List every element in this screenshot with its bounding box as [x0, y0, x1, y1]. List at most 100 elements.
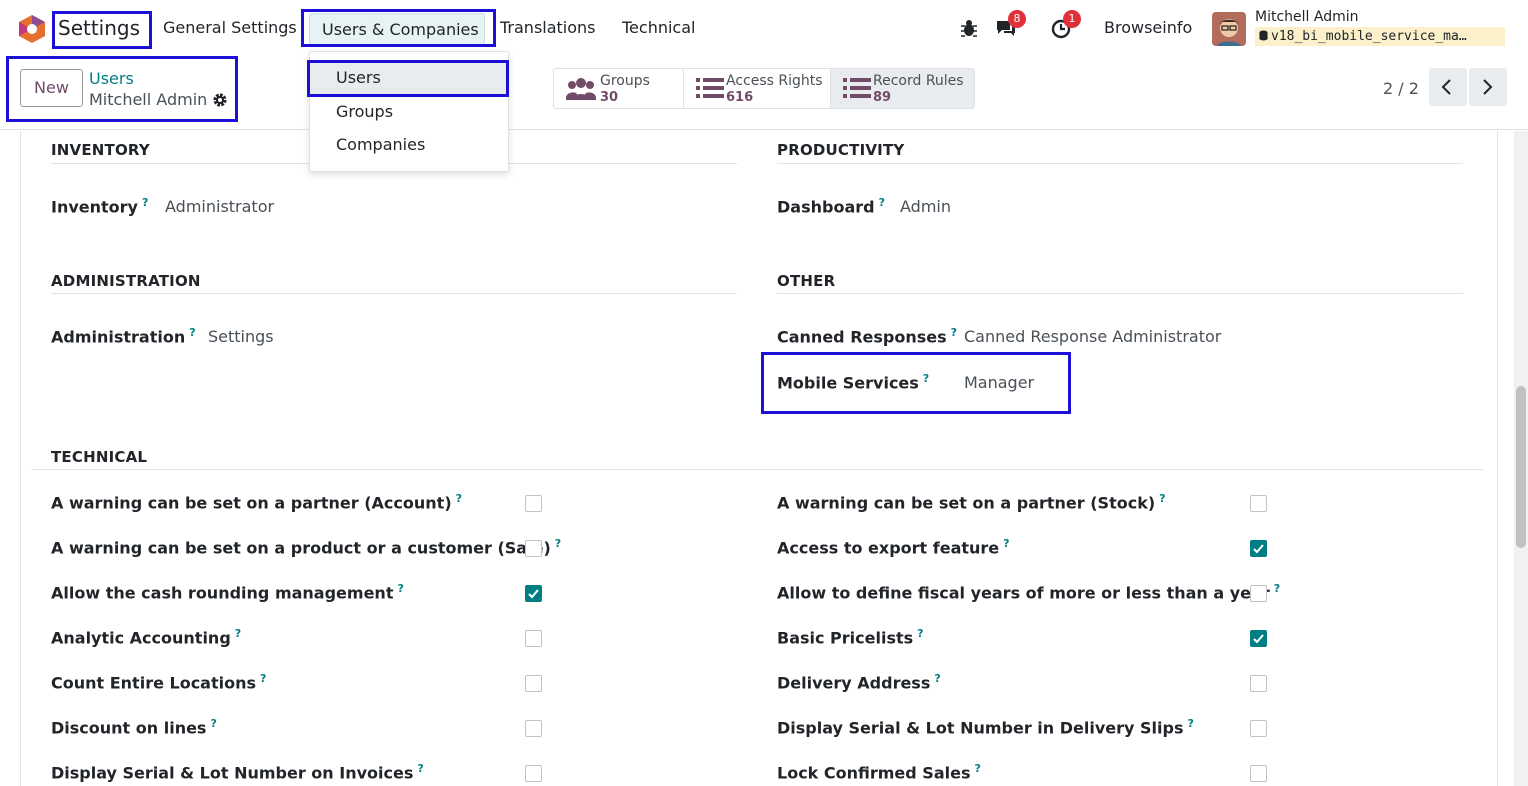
menu-users-companies[interactable]: Users & Companies: [309, 13, 485, 45]
help-icon[interactable]: ?: [555, 537, 561, 550]
help-icon[interactable]: ?: [879, 196, 885, 209]
technical-right-row-label: Basic Pricelists?: [777, 627, 924, 647]
pager-next-button[interactable]: [1469, 68, 1507, 106]
technical-right-row-checkbox[interactable]: [1250, 495, 1267, 512]
pager-previous-button[interactable]: [1429, 68, 1467, 106]
help-icon[interactable]: ?: [1274, 582, 1280, 595]
field-value-dashboard[interactable]: Admin: [900, 197, 951, 216]
breadcrumb-users[interactable]: Users: [89, 69, 134, 88]
section-title-other: OTHER: [777, 272, 836, 290]
field-label-inventory: Inventory?: [51, 196, 148, 216]
help-icon[interactable]: ?: [456, 492, 462, 505]
record-rules-stat-button[interactable]: Record Rules 89: [831, 69, 974, 108]
technical-left-row-checkbox[interactable]: [525, 540, 542, 557]
scrollbar-thumb[interactable]: [1516, 386, 1526, 548]
technical-right-row-label-text: Delivery Address: [777, 673, 931, 693]
dropdown-item-companies[interactable]: Companies: [310, 129, 508, 161]
section-title-inventory: INVENTORY: [51, 141, 150, 159]
technical-left-row-label: A warning can be set on a partner (Accou…: [51, 492, 462, 512]
field-label-inventory-text: Inventory: [51, 197, 138, 217]
breadcrumb-current-record: Mitchell Admin: [89, 90, 208, 109]
help-icon[interactable]: ?: [397, 582, 403, 595]
chevron-left-icon: [1441, 79, 1451, 95]
technical-left-row-checkbox[interactable]: [525, 720, 542, 737]
access-rights-stat-value: 616: [726, 90, 754, 105]
help-icon[interactable]: ?: [1003, 537, 1009, 550]
gear-icon[interactable]: [212, 92, 228, 108]
technical-left-row-checkbox[interactable]: [525, 585, 542, 602]
help-icon[interactable]: ?: [1159, 492, 1165, 505]
access-rights-stat-button[interactable]: Access Rights 616: [684, 69, 831, 108]
technical-right-row-checkbox[interactable]: [1250, 675, 1267, 692]
checkmark-icon: [1253, 634, 1264, 644]
technical-right-row-label-text: Access to export feature: [777, 538, 1000, 558]
dropdown-item-users[interactable]: Users: [310, 62, 508, 94]
technical-right-row-label-text: Allow to define fiscal years of more or …: [777, 583, 1270, 603]
menu-general-settings[interactable]: General Settings: [163, 18, 297, 37]
help-icon[interactable]: ?: [235, 627, 241, 640]
help-icon[interactable]: ?: [142, 196, 148, 209]
users-companies-dropdown: Users Groups Companies: [309, 51, 509, 172]
users-group-icon: [566, 78, 596, 100]
control-panel: New Users Mitchell Admin Groups 30 Acces…: [0, 57, 1528, 130]
user-avatar[interactable]: [1212, 12, 1246, 46]
help-icon[interactable]: ?: [974, 762, 980, 775]
field-label-canned-responses: Canned Responses?: [777, 326, 957, 346]
field-value-inventory[interactable]: Administrator: [165, 197, 274, 216]
section-title-technical: TECHNICAL: [51, 448, 148, 466]
field-label-mobile-services-text: Mobile Services: [777, 373, 919, 393]
field-value-canned-responses[interactable]: Canned Response Administrator: [964, 327, 1221, 346]
technical-right-row-checkbox[interactable]: [1250, 765, 1267, 782]
app-title[interactable]: Settings: [58, 16, 140, 40]
help-icon[interactable]: ?: [1187, 717, 1193, 730]
technical-left-row-label-text: Analytic Accounting: [51, 628, 231, 648]
help-icon[interactable]: ?: [210, 717, 216, 730]
menu-translations[interactable]: Translations: [500, 18, 596, 37]
technical-left-row-checkbox[interactable]: [525, 495, 542, 512]
user-name[interactable]: Mitchell Admin: [1255, 9, 1359, 25]
activity-count-badge: 1: [1063, 10, 1081, 28]
groups-stat-button[interactable]: Groups 30: [554, 69, 684, 108]
sheet-border-right: [1497, 131, 1498, 786]
help-icon[interactable]: ?: [917, 627, 923, 640]
technical-left-row-label-text: Count Entire Locations: [51, 673, 257, 693]
technical-left-row-checkbox[interactable]: [525, 765, 542, 782]
help-icon[interactable]: ?: [260, 672, 266, 685]
technical-right-row-checkbox[interactable]: [1250, 720, 1267, 737]
field-value-mobile-services[interactable]: Manager: [964, 373, 1034, 392]
new-button[interactable]: New: [20, 69, 83, 107]
messages-icon[interactable]: 8: [994, 10, 1026, 40]
help-icon[interactable]: ?: [923, 372, 929, 385]
list-icon: [843, 78, 871, 98]
help-icon[interactable]: ?: [951, 326, 957, 339]
pager-value[interactable]: 2 / 2: [1383, 79, 1419, 98]
technical-right-row-checkbox[interactable]: [1250, 540, 1267, 557]
activity-clock-icon[interactable]: 1: [1049, 10, 1081, 40]
technical-left-row-checkbox[interactable]: [525, 630, 542, 647]
section-divider: [51, 293, 737, 294]
odoo-logo-icon[interactable]: [18, 14, 46, 44]
field-label-mobile-services: Mobile Services?: [777, 372, 929, 392]
technical-right-row-checkbox[interactable]: [1250, 630, 1267, 647]
menu-technical[interactable]: Technical: [622, 18, 695, 37]
technical-right-row-label-text: Lock Confirmed Sales: [777, 763, 971, 783]
dropdown-item-groups[interactable]: Groups: [310, 96, 508, 128]
messages-count-badge: 8: [1008, 10, 1026, 28]
field-value-administration[interactable]: Settings: [208, 327, 274, 346]
database-name-text: v18_bi_mobile_service_ma…: [1271, 29, 1467, 44]
database-icon: [1259, 30, 1268, 41]
technical-left-row-label: Analytic Accounting?: [51, 627, 241, 647]
help-icon[interactable]: ?: [417, 762, 423, 775]
section-divider: [31, 469, 1483, 470]
technical-left-row-label-text: Allow the cash rounding management: [51, 583, 394, 603]
technical-left-row-checkbox[interactable]: [525, 675, 542, 692]
technical-right-row-checkbox[interactable]: [1250, 585, 1267, 602]
technical-right-row-label-text: Basic Pricelists: [777, 628, 914, 648]
technical-left-row-label: Discount on lines?: [51, 717, 217, 737]
debug-bug-icon[interactable]: [957, 16, 981, 40]
section-divider: [777, 163, 1463, 164]
groups-stat-label: Groups: [600, 73, 650, 89]
help-icon[interactable]: ?: [189, 326, 195, 339]
help-icon[interactable]: ?: [934, 672, 940, 685]
company-switcher[interactable]: Browseinfo: [1104, 18, 1192, 37]
